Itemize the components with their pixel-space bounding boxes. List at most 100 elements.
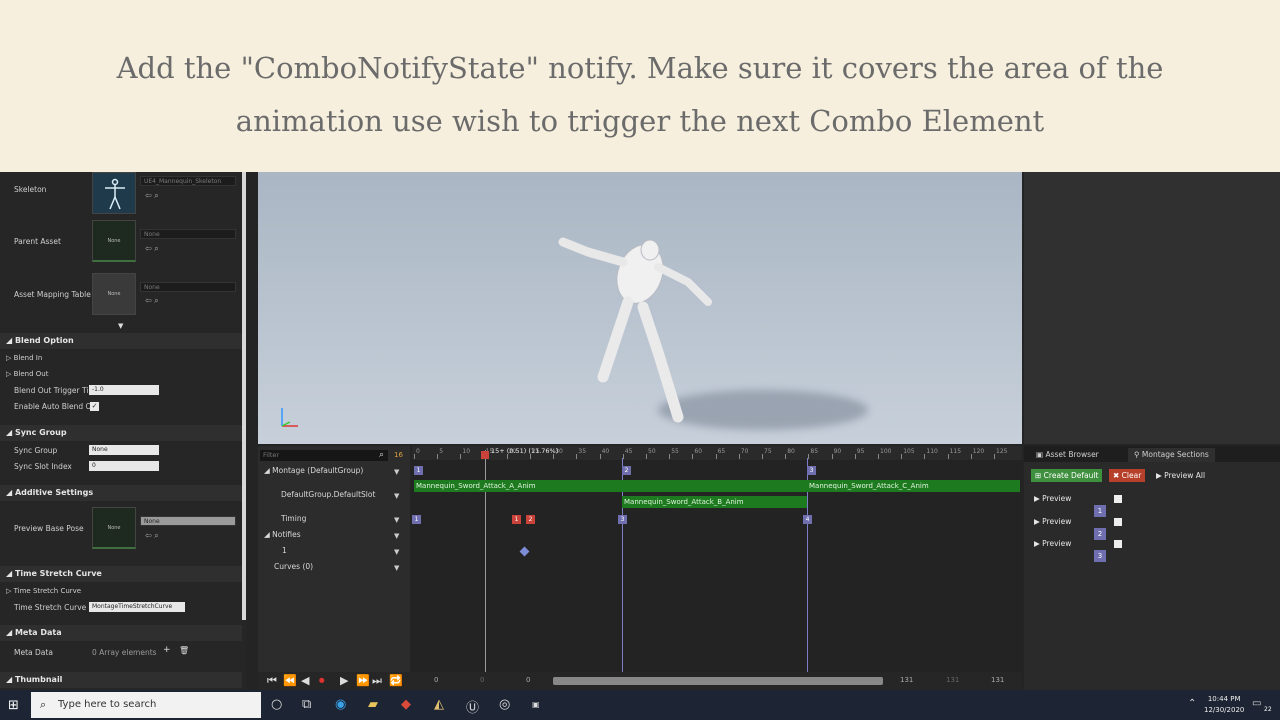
play-reverse-icon[interactable]: ◀ (301, 674, 309, 687)
timing-marker[interactable]: 4 (803, 515, 812, 524)
epic-games-icon[interactable]: ▣ (532, 700, 540, 709)
time-stretch-curve-name-field[interactable]: MontageTimeStretchCurve (89, 602, 185, 612)
montage-group-row[interactable]: ◢ Montage (DefaultGroup) (264, 466, 363, 475)
section-meta-data[interactable]: ◢ Meta Data (0, 625, 242, 641)
parent-asset-dropdown[interactable]: None (140, 229, 236, 239)
trash-icon[interactable]: 🗑 (179, 646, 189, 655)
details-scrollbar[interactable] (242, 172, 246, 620)
sync-slot-field[interactable]: 0 (89, 461, 159, 471)
timeline-grid[interactable]: 0 5 10 15 20 25 30 35 40 45 50 55 60 65 70 75 80 85 90 95 10… (412, 446, 1022, 672)
notify-key[interactable] (519, 546, 530, 557)
parent-asset-browse-icons[interactable]: ⇦ ⌕ (145, 244, 159, 254)
timeline-scrollbar[interactable] (553, 677, 883, 685)
montage-segment[interactable]: Mannequin_Sword_Attack_A_Anim (414, 480, 810, 492)
taskbar-search[interactable]: ⌕ Type here to search (31, 692, 261, 718)
app-icon[interactable]: ◆ (401, 697, 411, 712)
step-back-icon[interactable]: ⏪ (283, 674, 297, 687)
add-element-icon[interactable]: + (163, 645, 171, 655)
record-icon[interactable]: ⏺ (319, 674, 325, 688)
dropdown-arrow-icon[interactable]: ▼ (394, 548, 399, 556)
task-view-icon[interactable]: ⧉ (302, 697, 311, 712)
filter-input[interactable]: Filter (260, 450, 388, 461)
cortana-icon[interactable]: ○ (271, 697, 282, 712)
section-marker[interactable]: 1 (414, 466, 423, 475)
notifies-row[interactable]: ◢ Notifies (264, 530, 301, 539)
blend-out-trigger-field[interactable]: -1.0 (89, 385, 159, 395)
edge-icon[interactable]: ◉ (335, 697, 346, 712)
timing-marker[interactable]: 1 (512, 515, 521, 524)
section-time-stretch-curve[interactable]: ◢ Time Stretch Curve (0, 566, 242, 582)
preview-base-pose-icons[interactable]: ⇦ ⌕ (145, 531, 159, 541)
montage-segment[interactable]: Mannequin_Sword_Attack_C_Anim (807, 480, 1020, 492)
enable-auto-blend-checkbox[interactable]: ✓ (90, 402, 99, 411)
preview-row[interactable]: ▶ Preview 3 (1034, 538, 1122, 562)
skip-end-icon[interactable]: ⏭ (372, 674, 382, 688)
blend-in-item[interactable]: ▷ Blend In (6, 354, 42, 362)
caption-text: Add the "ComboNotifyState" notify. Make … (60, 42, 1220, 148)
section-marker[interactable]: 2 (622, 466, 631, 475)
clear-button[interactable]: ✖ Clear (1109, 469, 1146, 482)
section-additive-settings[interactable]: ◢ Additive Settings (0, 485, 242, 501)
skeleton-thumbnail[interactable] (92, 172, 136, 214)
timing-row[interactable]: Timing (281, 514, 306, 523)
timing-marker[interactable]: 1 (412, 515, 421, 524)
step-forward-icon[interactable]: ⏩ (356, 674, 370, 687)
preview-base-pose-dropdown[interactable]: None (140, 516, 236, 526)
timing-marker[interactable]: 3 (618, 515, 627, 524)
section-checkbox[interactable] (1114, 540, 1122, 548)
dropdown-arrow-icon[interactable]: ▼ (394, 492, 399, 500)
preview-base-pose-label: Preview Base Pose (14, 524, 84, 533)
file-explorer-icon[interactable]: ▰ (368, 697, 378, 712)
asset-mapping-browse-icons[interactable]: ⇦ ⌕ (145, 296, 159, 306)
preview-row[interactable]: ▶ Preview 2 (1034, 516, 1122, 540)
section-blend-option[interactable]: ◢ Blend Option (0, 333, 242, 349)
skeleton-dropdown[interactable]: UE4_Mannequin_Skeleton (140, 176, 236, 186)
blend-out-item[interactable]: ▷ Blend Out (6, 370, 48, 378)
parent-asset-label: Parent Asset (14, 237, 61, 246)
parent-asset-thumbnail[interactable]: None (92, 220, 136, 262)
timeline-scroll-thumb[interactable] (553, 677, 883, 685)
ruler-tick (947, 454, 949, 459)
viewport[interactable] (258, 172, 1022, 444)
time-stretch-curve-item[interactable]: ▷ Time Stretch Curve (6, 587, 81, 595)
tray-up-arrow-icon[interactable]: ⌃ (1188, 698, 1196, 709)
preview-base-pose-thumbnail[interactable]: None (92, 507, 136, 549)
default-slot-row[interactable]: DefaultGroup.DefaultSlot (281, 490, 375, 499)
loop-icon[interactable]: 🔁 (389, 674, 403, 687)
dropdown-arrow-icon[interactable]: ▼ (394, 564, 399, 572)
play-icon[interactable]: ▶ (340, 674, 348, 687)
notification-center-icon[interactable]: ▭ (1252, 698, 1261, 709)
dropdown-arrow-icon[interactable]: ▼ (394, 468, 399, 476)
ruler-tick (646, 454, 647, 459)
dropdown-arrow-icon[interactable]: ▼ (394, 516, 399, 524)
tab-asset-browser[interactable]: ▣ Asset Browser (1030, 448, 1105, 462)
expand-arrow-icon[interactable]: ▼ (118, 322, 123, 330)
notify-track-row[interactable]: 1 (282, 546, 287, 555)
asset-mapping-dropdown[interactable]: None (140, 282, 236, 292)
unreal-engine-icon[interactable]: Ⓤ (466, 697, 479, 716)
dropdown-arrow-icon[interactable]: ▼ (394, 532, 399, 540)
montage-segment[interactable]: Mannequin_Sword_Attack_B_Anim (622, 496, 807, 508)
curves-row[interactable]: Curves (0) (274, 562, 313, 571)
search-icon[interactable]: ⌕ (379, 450, 384, 460)
section-thumbnail[interactable]: ◢ Thumbnail (0, 672, 242, 688)
section-marker[interactable]: 3 (807, 466, 816, 475)
create-default-button[interactable]: ⊞ Create Default (1031, 469, 1103, 482)
playhead-handle[interactable] (481, 451, 489, 459)
section-checkbox[interactable] (1114, 495, 1122, 503)
timing-marker[interactable]: 2 (526, 515, 535, 524)
app-icon[interactable]: ◭ (434, 697, 444, 712)
preview-all-button[interactable]: ▶ Preview All (1152, 469, 1209, 482)
taskbar-clock[interactable]: 10:44 PM 12/30/2020 (1204, 694, 1244, 716)
section-checkbox[interactable] (1114, 518, 1122, 526)
skip-start-icon[interactable]: ⏮ (267, 674, 277, 688)
app-icon[interactable]: ◎ (499, 697, 510, 712)
preview-row[interactable]: ▶ Preview 1 (1034, 493, 1122, 517)
windows-start-icon[interactable]: ⊞ (8, 698, 19, 713)
skeleton-browse-icons[interactable]: ⇦ ⌕ (145, 191, 159, 201)
caption-line-1: Add the "ComboNotifyState" notify. Make … (116, 51, 1164, 85)
tab-montage-sections[interactable]: ⚲ Montage Sections (1128, 448, 1215, 462)
section-sync-group[interactable]: ◢ Sync Group (0, 425, 242, 441)
asset-mapping-thumbnail[interactable]: None (92, 273, 136, 315)
sync-group-field[interactable]: None (89, 445, 159, 455)
